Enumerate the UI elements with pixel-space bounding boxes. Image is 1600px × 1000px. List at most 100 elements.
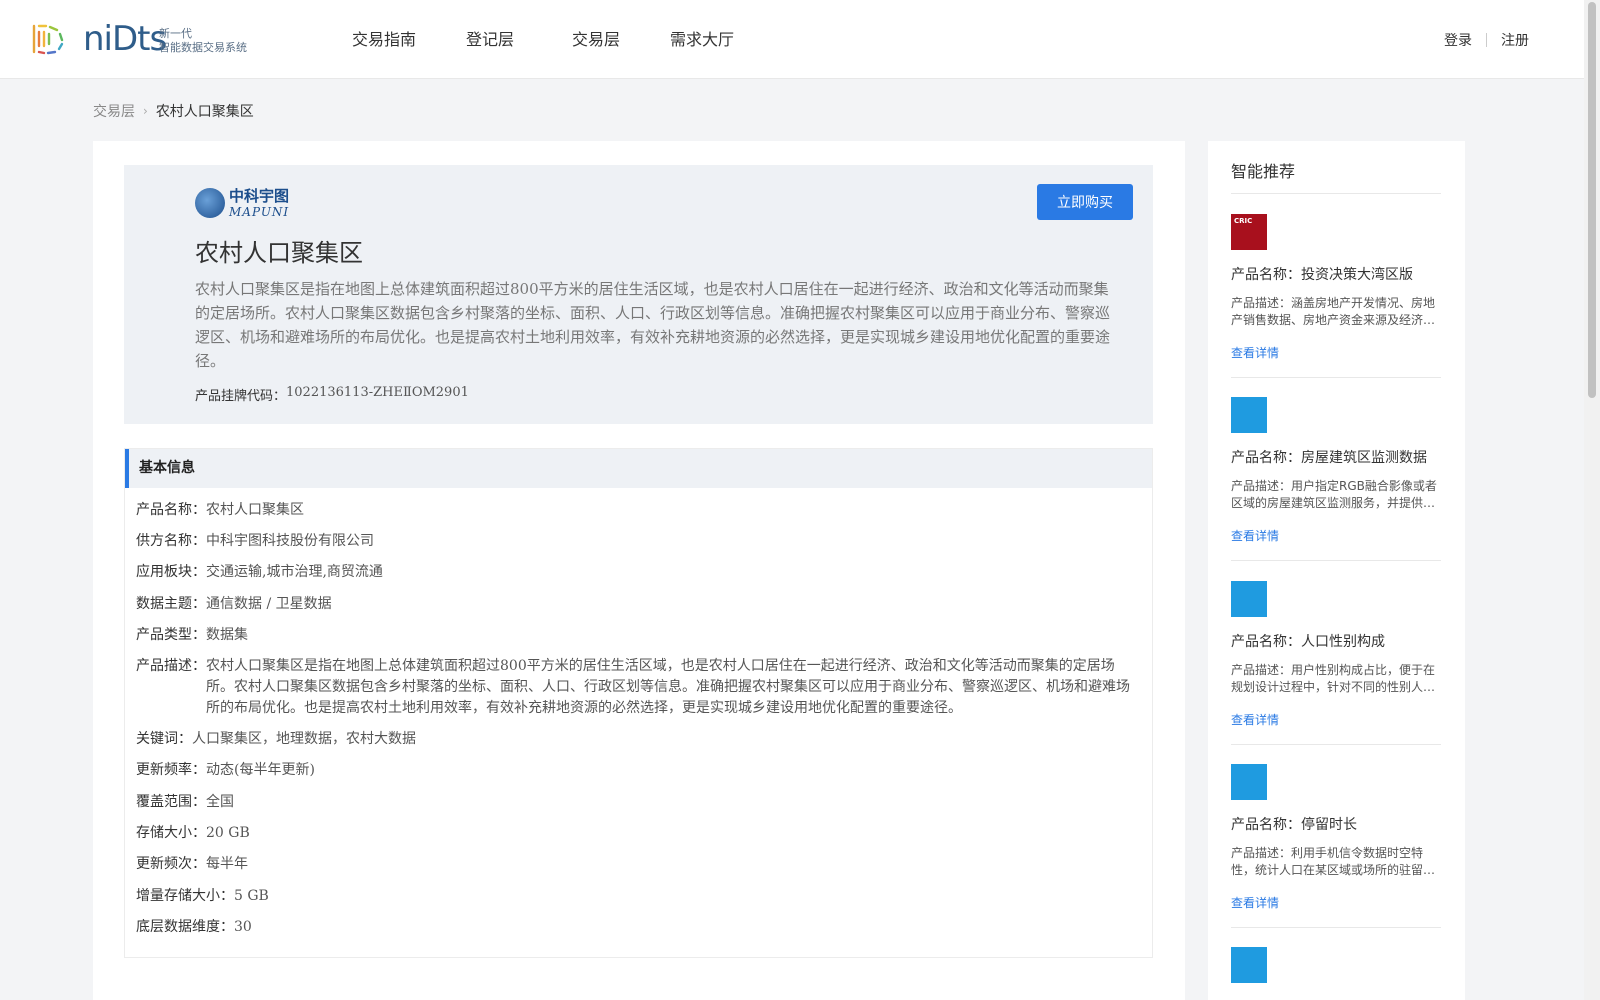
listing-code-value: 1022136113-ZHEⅡOM2901 — [286, 385, 469, 400]
info-label: 产品名称： — [136, 502, 206, 518]
recommendation-name[interactable]: 产品名称：停留时长 — [1231, 814, 1441, 834]
login-link[interactable]: 登录 — [1444, 30, 1472, 50]
info-label: 应用板块： — [136, 564, 206, 580]
breadcrumb-root-link[interactable]: 交易层 — [93, 101, 135, 121]
info-value: 20 GB — [206, 825, 250, 841]
recommendation-sidebar: 智能推荐 CRIC 产品名称：投资决策大湾区版 产品描述：涵盖房地产开发情况、房地产… — [1208, 141, 1465, 1000]
recommendation-item[interactable] — [1231, 947, 1441, 983]
info-row: 数据主题： 通信数据 / 卫星数据 — [136, 594, 332, 615]
view-details-link[interactable]: 查看详情 — [1231, 711, 1441, 728]
listing-code: 产品挂牌代码： 1022136113-ZHEⅡOM2901 — [195, 385, 469, 404]
vendor-logo-en: MAPUNI — [229, 204, 290, 219]
nav-item-demand-hall[interactable]: 需求大厅 — [670, 0, 734, 79]
view-details-link[interactable]: 查看详情 — [1231, 344, 1441, 361]
info-row: 覆盖范围： 全国 — [136, 792, 234, 813]
site-logo[interactable]: niDts 新一代 智能数据交易系统 — [28, 18, 268, 60]
recommendation-desc: 产品描述：用户指定RGB融合影像或者区域的房屋建筑区监测服务，并提供其变化数据 — [1231, 479, 1437, 510]
breadcrumb: 交易层 › 农村人口聚集区 — [93, 101, 254, 121]
logo-mark-icon — [32, 24, 64, 55]
sidebar-title: 智能推荐 — [1231, 162, 1296, 181]
product-thumbnail[interactable] — [1231, 764, 1267, 800]
recommendation-desc: 产品描述：利用手机信令数据时空特性，统计人口在某区域或场所的驻留时长分布情况 — [1231, 846, 1436, 877]
product-summary: 农村人口聚集区是指在地图上总体建筑面积超过800平方米的居住生活区域，也是农村人… — [195, 280, 1111, 370]
recommendation-item[interactable]: 产品名称：房屋建筑区监测数据产品描述：用户指定RGB融合影像或者区域的房屋建筑区… — [1231, 397, 1441, 544]
info-row: 存储大小： 20 GB — [136, 823, 250, 844]
divider — [1231, 927, 1441, 928]
recommendation-item[interactable]: 产品名称：人口性别构成产品描述：用户性别构成占比，便于在规划设计过程中，针对不同… — [1231, 581, 1441, 728]
info-row: 产品描述： 农村人口聚集区是指在地图上总体建筑面积超过800平方米的居住生活区域，… — [136, 656, 1141, 719]
logo-tagline: 新一代 智能数据交易系统 — [159, 27, 247, 55]
nav-item-trade-guide[interactable]: 交易指南 — [352, 0, 416, 79]
info-label: 数据主题： — [136, 596, 206, 612]
register-link[interactable]: 注册 — [1501, 30, 1529, 50]
view-details-link[interactable]: 查看详情 — [1231, 527, 1441, 544]
info-value: 全国 — [206, 794, 234, 810]
main-nav: 交易指南 登记层 交易层 需求大厅 — [352, 0, 784, 79]
product-hero: 中科宇图 MAPUNI 立即购买 农村人口聚集区 农村人口聚集区是指在地图上总体… — [124, 165, 1153, 424]
globe-icon — [195, 188, 225, 218]
info-value: 人口聚集区，地理数据，农村大数据 — [192, 731, 416, 747]
info-label: 产品类型： — [136, 627, 206, 643]
info-label: 存储大小： — [136, 825, 206, 841]
info-label: 底层数据维度： — [136, 919, 234, 935]
info-value: 每半年 — [206, 856, 248, 872]
info-label: 关键词： — [136, 731, 192, 747]
product-thumbnail[interactable] — [1231, 581, 1267, 617]
chevron-right-icon: › — [143, 104, 148, 118]
info-row: 供方名称： 中科宇图科技股份有限公司 — [136, 531, 374, 552]
info-value: 交通运输,城市治理,商贸流通 — [206, 564, 383, 580]
recommendation-name[interactable]: 产品名称：人口性别构成 — [1231, 631, 1441, 651]
vendor-logo: 中科宇图 MAPUNI — [195, 185, 305, 221]
recommendation-item[interactable]: 产品名称：停留时长产品描述：利用手机信令数据时空特性，统计人口在某区域或场所的驻… — [1231, 764, 1441, 911]
top-header: niDts 新一代 智能数据交易系统 交易指南 登记层 交易层 需求大厅 登录 … — [0, 0, 1584, 79]
info-label: 覆盖范围： — [136, 794, 206, 810]
divider — [1231, 193, 1441, 194]
vendor-logo-cn: 中科宇图 — [229, 186, 290, 205]
product-detail-card: 中科宇图 MAPUNI 立即购买 农村人口聚集区 农村人口聚集区是指在地图上总体… — [93, 141, 1185, 1000]
info-value: 5 GB — [234, 888, 269, 904]
breadcrumb-current: 农村人口聚集区 — [155, 104, 254, 120]
info-value: 30 — [234, 919, 252, 935]
info-label: 供方名称： — [136, 533, 206, 549]
buy-now-button[interactable]: 立即购买 — [1037, 184, 1133, 220]
page-scrollbar[interactable] — [1584, 0, 1600, 1000]
auth-links: 登录 注册 — [1444, 0, 1529, 79]
nav-item-trade-layer[interactable]: 交易层 — [572, 0, 620, 79]
info-row: 更新频率： 动态(每半年更新) — [136, 760, 315, 781]
info-label: 更新频率： — [136, 762, 206, 778]
info-label: 更新频次： — [136, 856, 206, 872]
product-thumbnail[interactable]: CRIC — [1231, 214, 1267, 250]
recommendation-item[interactable]: CRIC 产品名称：投资决策大湾区版 产品描述：涵盖房地产开发情况、房地产销售数据、… — [1231, 214, 1441, 361]
auth-divider — [1486, 32, 1487, 47]
info-row: 增量存储大小： 5 GB — [136, 886, 269, 907]
product-thumbnail[interactable] — [1231, 947, 1267, 983]
product-title: 农村人口聚集区 — [195, 239, 363, 267]
info-value: 农村人口聚集区 — [206, 502, 304, 518]
info-value: 农村人口聚集区是指在地图上总体建筑面积超过800平方米的居住生活区域，也是农村人… — [206, 658, 1130, 716]
divider — [1231, 560, 1441, 561]
info-row: 关键词： 人口聚集区，地理数据，农村大数据 — [136, 729, 416, 750]
recommendation-desc: 产品描述：用户性别构成占比，便于在规划设计过程中，针对不同的性别人群进行分析 — [1231, 663, 1436, 694]
info-row: 产品名称： 农村人口聚集区 — [136, 500, 304, 521]
scrollbar-thumb[interactable] — [1588, 2, 1596, 398]
logo-wordmark: niDts — [83, 19, 167, 59]
basic-info-heading: 基本信息 — [125, 449, 1152, 488]
basic-info-panel: 基本信息 产品名称： 农村人口聚集区 供方名称： 中科宇图科技股份有限公司 应用板块：交… — [124, 448, 1153, 958]
thumbnail-label: CRIC — [1234, 217, 1253, 225]
recommendation-name[interactable]: 产品名称：投资决策大湾区版 — [1231, 264, 1441, 284]
info-label: 增量存储大小： — [136, 888, 234, 904]
view-details-link[interactable]: 查看详情 — [1231, 894, 1441, 911]
divider — [1231, 377, 1441, 378]
info-row: 更新频次： 每半年 — [136, 854, 248, 875]
info-row: 应用板块： 交通运输,城市治理,商贸流通 — [136, 562, 383, 583]
info-label: 产品描述： — [136, 658, 206, 674]
info-value: 通信数据 / 卫星数据 — [206, 596, 332, 612]
info-value: 中科宇图科技股份有限公司 — [206, 533, 374, 549]
recommendation-name[interactable]: 产品名称：房屋建筑区监测数据 — [1231, 447, 1441, 467]
listing-code-label: 产品挂牌代码： — [195, 389, 287, 404]
nav-item-register-layer[interactable]: 登记层 — [466, 0, 514, 79]
info-value: 数据集 — [206, 627, 248, 643]
logo-tagline-line1: 新一代 — [159, 27, 192, 40]
product-thumbnail[interactable] — [1231, 397, 1267, 433]
info-value: 动态(每半年更新) — [206, 762, 315, 778]
